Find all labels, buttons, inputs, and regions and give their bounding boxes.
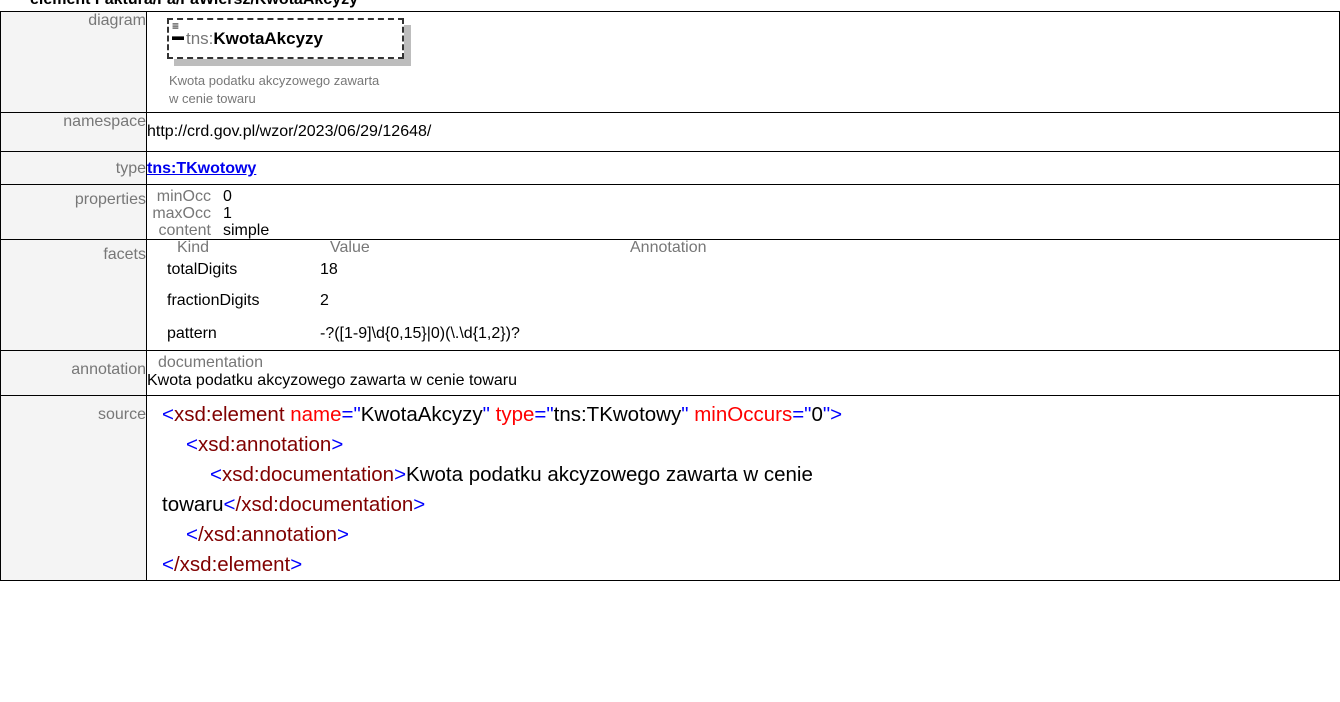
element-prefix: tns: bbox=[186, 29, 214, 48]
facet-row: pattern -?([1-9]\d{0,15}|0)(\.\d{1,2})? bbox=[165, 318, 1339, 350]
row-label-namespace: namespace bbox=[0, 112, 147, 152]
namespace-value: http://crd.gov.pl/wzor/2023/06/29/12648/ bbox=[146, 112, 1340, 152]
source-row: source <xsd:element name="KwotaAkcyzy" t… bbox=[0, 395, 1340, 581]
property-key: content bbox=[158, 222, 211, 239]
property-value: simple bbox=[223, 222, 270, 239]
property-value: 0 bbox=[223, 188, 232, 205]
facets-col-value: Value bbox=[330, 239, 370, 256]
row-label-properties: properties bbox=[0, 184, 147, 240]
element-box-label: tns:KwotaAkcyzy bbox=[186, 29, 323, 49]
namespace-row: namespace http://crd.gov.pl/wzor/2023/06… bbox=[0, 112, 1340, 152]
source-line: </xsd:element> bbox=[162, 553, 303, 576]
annotation-cell: documentation Kwota podatku akcyzowego z… bbox=[146, 350, 1340, 396]
facet-kind: fractionDigits bbox=[167, 292, 260, 309]
source-cell: <xsd:element name="KwotaAkcyzy" type="tn… bbox=[146, 395, 1340, 581]
facet-row: fractionDigits 2 bbox=[165, 284, 1339, 318]
facet-row: totalDigits 18 bbox=[165, 256, 1339, 284]
facet-kind: totalDigits bbox=[167, 261, 238, 278]
facets-header: Kind Value Annotation bbox=[177, 240, 1339, 256]
facets-row: facets Kind Value Annotation totalDigits… bbox=[0, 239, 1340, 351]
facet-value: -?([1-9]\d{0,15}|0)(\.\d{1,2})? bbox=[320, 325, 520, 342]
facet-kind: pattern bbox=[167, 325, 217, 342]
type-cell: tns:TKwotowy bbox=[146, 151, 1340, 185]
properties-cell: minOcc 0 maxOcc 1 content simple bbox=[146, 184, 1340, 240]
property-key: maxOcc bbox=[152, 205, 211, 222]
facet-value: 2 bbox=[320, 292, 329, 309]
element-box[interactable]: ≡ ▬ tns:KwotaAkcyzy bbox=[167, 18, 404, 59]
element-name: KwotaAkcyzy bbox=[213, 29, 324, 48]
facets-col-annotation: Annotation bbox=[630, 239, 707, 256]
row-label-type: type bbox=[0, 151, 147, 185]
property-key: minOcc bbox=[156, 188, 211, 205]
facets-col-kind: Kind bbox=[177, 239, 210, 256]
source-line: <xsd:annotation> bbox=[186, 433, 344, 456]
diagram-row: diagram ≡ ▬ tns:KwotaAkcyzy Kwota podatku… bbox=[0, 11, 1340, 113]
type-link[interactable]: tns:TKwotowy bbox=[147, 160, 256, 177]
element-diagram-doc: Kwota podatku akcyzowego zawarta w cenie… bbox=[169, 73, 380, 106]
type-row: type tns:TKwotowy bbox=[0, 151, 1340, 185]
annotation-heading: documentation bbox=[158, 354, 263, 371]
row-label-annotation: annotation bbox=[0, 350, 147, 396]
element-doc-table: diagram ≡ ▬ tns:KwotaAkcyzy Kwota podatku… bbox=[0, 11, 1340, 581]
facets-cell: Kind Value Annotation totalDigits 18 fra… bbox=[146, 239, 1340, 351]
annotation-text: Kwota podatku akcyzowego zawarta w cenie… bbox=[147, 372, 517, 389]
source-line: <xsd:element name="KwotaAkcyzy" type="tn… bbox=[162, 403, 843, 426]
property-value: 1 bbox=[223, 205, 232, 222]
row-label-diagram: diagram bbox=[0, 11, 147, 113]
properties-row: properties minOcc 0 maxOcc 1 content sim… bbox=[0, 184, 1340, 240]
source-line: towaru</xsd:documentation> bbox=[162, 493, 426, 516]
facet-value: 18 bbox=[320, 261, 338, 278]
annotation-row: annotation documentation Kwota podatku a… bbox=[0, 350, 1340, 396]
page-title: element Faktura/Fa/FaWiersz/KwotaAkcyzy bbox=[30, 0, 358, 11]
row-label-facets: facets bbox=[0, 239, 147, 351]
row-label-source: source bbox=[0, 395, 147, 581]
diagram-cell: ≡ ▬ tns:KwotaAkcyzy Kwota podatku akcyzow… bbox=[146, 11, 1340, 113]
source-line: </xsd:annotation> bbox=[186, 523, 350, 546]
properties-grid: minOcc 0 maxOcc 1 content simple bbox=[147, 188, 1339, 239]
source-code: <xsd:element name="KwotaAkcyzy" type="tn… bbox=[162, 396, 1339, 580]
source-line: <xsd:documentation>Kwota podatku akcyzow… bbox=[210, 463, 813, 486]
element-diagram: ≡ ▬ tns:KwotaAkcyzy Kwota podatku akcyzow… bbox=[147, 12, 1339, 112]
element-content-icon: ≡ ▬ bbox=[172, 19, 184, 43]
